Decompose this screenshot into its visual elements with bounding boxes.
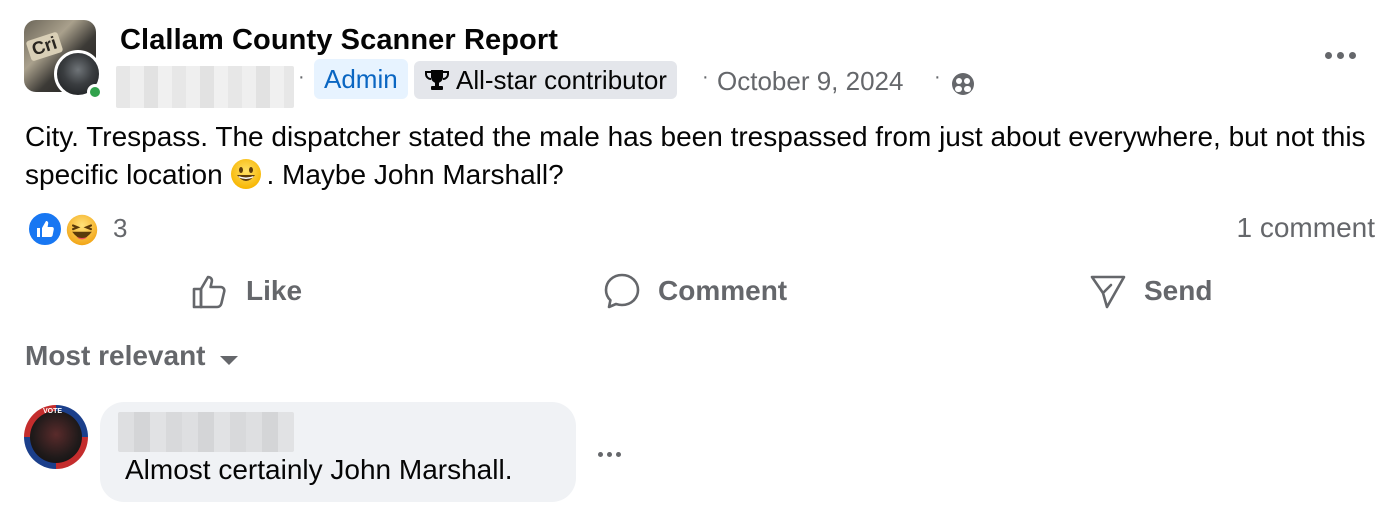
- more-dot-icon: [598, 451, 603, 457]
- haha-reaction-icon: [63, 211, 101, 249]
- like-button-label: Like: [246, 275, 303, 306]
- comment-button[interactable]: Comment: [602, 262, 787, 320]
- commenter-avatar-vote-logo: VOTE: [43, 408, 63, 415]
- post-date-link[interactable]: October 9, 2024: [717, 64, 903, 98]
- meta-separator: ·: [702, 66, 709, 88]
- thumbs-up-outline-icon: [192, 275, 226, 309]
- send-button-label: Send: [1144, 275, 1213, 306]
- speech-bubble-icon: [604, 273, 640, 309]
- post-action-bar: Like Comment Send: [0, 262, 1390, 320]
- more-dot-icon: [1324, 51, 1332, 59]
- admin-badge[interactable]: Admin: [314, 59, 408, 99]
- post-text-part1: City. Trespass. The dispatcher stated th…: [25, 121, 1366, 190]
- meta-separator: ·: [934, 66, 941, 88]
- author-name-redacted[interactable]: [116, 66, 294, 108]
- caret-down-icon: [219, 355, 238, 365]
- post-body: City. Trespass. The dispatcher stated th…: [25, 118, 1370, 194]
- comment-text: Almost certainly John Marshall.: [125, 454, 513, 485]
- comment-button-label: Comment: [658, 275, 788, 306]
- post-avatar[interactable]: Cri: [24, 20, 103, 100]
- group-name-link[interactable]: Clallam County Scanner Report: [120, 24, 558, 57]
- reaction-count[interactable]: 3: [113, 213, 127, 244]
- grinning-face-emoji-icon: [231, 159, 262, 189]
- comment-sort-dropdown[interactable]: Most relevant: [25, 340, 238, 372]
- post-meta: · Admin All-star contributor · October 9…: [116, 58, 1016, 108]
- post-text-part2: . Maybe John Marshall?: [266, 159, 564, 190]
- online-status-dot: [87, 84, 103, 100]
- meta-separator: ·: [298, 66, 305, 88]
- more-dot-icon: [607, 451, 612, 457]
- like-reaction-icon: [27, 211, 63, 247]
- commenter-avatar[interactable]: VOTE: [24, 405, 88, 469]
- sort-label: Most relevant: [25, 340, 206, 371]
- send-button[interactable]: Send: [1088, 262, 1212, 320]
- like-button[interactable]: Like: [190, 262, 302, 320]
- post-card: Cri Clallam County Scanner Report · Admi…: [0, 0, 1390, 510]
- reactions-summary[interactable]: 3: [27, 209, 327, 249]
- more-dot-icon: [1348, 51, 1356, 59]
- more-dot-icon: [616, 451, 621, 457]
- more-dot-icon: [1336, 51, 1344, 59]
- group-avatar-logo: Cri: [25, 31, 64, 62]
- commenter-name-redacted[interactable]: [118, 412, 294, 452]
- commenter-avatar-photo: [30, 411, 82, 463]
- comment-bubble: Almost certainly John Marshall.: [100, 402, 576, 502]
- send-arrow-icon: [1090, 275, 1126, 309]
- thumbs-up-icon: [37, 221, 54, 237]
- comment-more-options-button[interactable]: [598, 442, 632, 466]
- post-more-options-button[interactable]: [1316, 40, 1364, 70]
- contributor-badge-label: All-star contributor: [456, 65, 667, 95]
- all-star-contributor-badge[interactable]: All-star contributor: [414, 61, 677, 99]
- comment-count-link[interactable]: 1 comment: [1237, 212, 1376, 244]
- group-privacy-icon[interactable]: [950, 70, 976, 96]
- trophy-icon: [425, 70, 449, 90]
